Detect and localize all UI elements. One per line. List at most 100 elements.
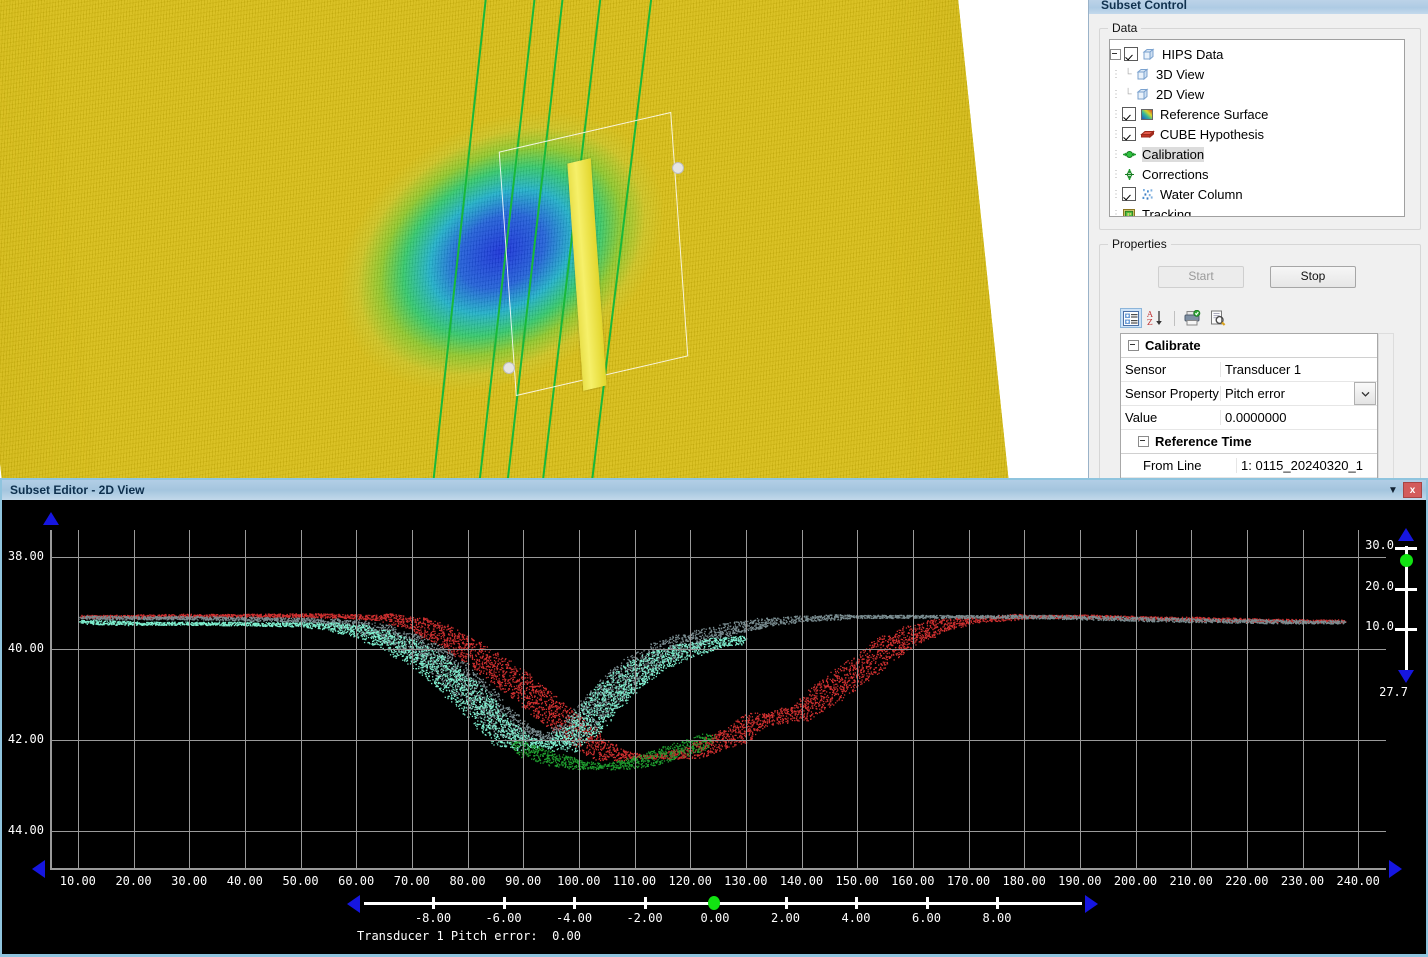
right-slider-tick <box>1395 547 1417 550</box>
property-pages-icon[interactable] <box>1182 308 1204 328</box>
alphabetical-sort-icon[interactable]: A Z <box>1145 308 1167 328</box>
subset-control-panel[interactable]: Subset Control Data HIPS Data ⋮ └ 3D View ⋮ └… <box>1088 0 1428 478</box>
right-slider-tick <box>1395 628 1417 632</box>
tree-item-label: CUBE Hypothesis <box>1160 126 1265 142</box>
x-gridline <box>579 530 580 868</box>
property-category-row[interactable]: Calibrate <box>1121 334 1377 358</box>
property-row[interactable]: Value 0.0000000 <box>1121 406 1377 430</box>
properties-toolbar[interactable]: A Z <box>1120 307 1410 329</box>
properties-table[interactable]: Calibrate Sensor Transducer 1 Sensor Proper… <box>1120 333 1378 478</box>
tree-connector: ⋮ <box>1111 208 1121 217</box>
pitch-slider-tick-label: 8.00 <box>982 911 1012 925</box>
tree-item-hips-data[interactable]: HIPS Data <box>1110 44 1404 64</box>
x-gridline <box>1247 530 1248 868</box>
y-gridline <box>50 831 1386 832</box>
start-button[interactable]: Start <box>1158 266 1244 288</box>
pitch-slider-knob[interactable] <box>708 896 720 910</box>
y-gridline <box>50 740 1386 741</box>
y-gridline <box>50 557 1386 558</box>
right-slider-up-arrow[interactable] <box>1398 528 1414 541</box>
data-groupbox: Data HIPS Data ⋮ └ 3D View ⋮ └ 2D View ⋮ Referen… <box>1099 21 1421 230</box>
subset-editor-2d-window[interactable]: Subset Editor - 2D View ▼ x 10.00 20.00 30… <box>0 478 1428 957</box>
y-axis-tick-label: 40.00 <box>7 640 44 655</box>
x-gridline <box>1303 530 1304 868</box>
pitch-slider-track[interactable] <box>364 902 1082 905</box>
x-gridline <box>1191 530 1192 868</box>
pitch-slider-left-arrow[interactable] <box>347 895 360 913</box>
properties-scrollbar[interactable] <box>1378 333 1394 478</box>
tree-checkbox[interactable] <box>1122 107 1136 121</box>
tree-item-cube-hypothesis[interactable]: ⋮ CUBE Hypothesis <box>1110 124 1404 144</box>
3d-view-panel[interactable] <box>0 0 1088 478</box>
tree-item-corrections[interactable]: ⋮ Corrections <box>1110 164 1404 184</box>
tree-item-calibration[interactable]: ⋮ Calibration <box>1110 144 1404 164</box>
tree-item-reference-surface[interactable]: ⋮ Reference Surface <box>1110 104 1404 124</box>
categorized-icon[interactable] <box>1120 308 1142 328</box>
property-key: From Line <box>1121 458 1237 473</box>
properties-groupbox-label: Properties <box>1108 237 1171 251</box>
property-expander-icon[interactable] <box>1138 436 1149 447</box>
property-key: Sensor <box>1121 362 1221 377</box>
x-axis-scroll-left-arrow[interactable] <box>32 860 45 878</box>
property-row[interactable]: Sensor Property Pitch error <box>1121 382 1377 406</box>
soundings-plot[interactable]: 10.00 20.00 30.00 40.00 50.00 60.00 70.00 80.00… <box>2 500 1426 955</box>
property-category-row[interactable]: Reference Time <box>1121 430 1377 454</box>
close-icon[interactable]: x <box>1403 482 1422 498</box>
x-gridline <box>1080 530 1081 868</box>
tree-checkbox[interactable] <box>1122 127 1136 141</box>
x-axis-scroll-right-arrow[interactable] <box>1389 860 1402 878</box>
x-gridline <box>189 530 190 868</box>
stop-button[interactable]: Stop <box>1270 266 1356 288</box>
right-slider-tick-label: 20.0 <box>1365 578 1394 593</box>
tree-checkbox[interactable] <box>1124 47 1138 61</box>
pitch-slider-tick <box>855 897 858 909</box>
corrections-icon <box>1125 168 1134 180</box>
y-axis-tick-label: 38.00 <box>7 549 44 564</box>
property-key: Sensor Property <box>1121 386 1221 401</box>
tree-item-2d-view[interactable]: ⋮ └ 2D View <box>1110 84 1404 104</box>
tree-expander-icon[interactable] <box>1110 48 1121 60</box>
selection-handle-bottom[interactable] <box>503 362 515 374</box>
pitch-slider-tick-label: -4.00 <box>555 911 593 925</box>
property-value[interactable]: 1: 0115_20240320_1 <box>1237 458 1377 473</box>
right-slider-tick-label: 30.0 <box>1365 538 1394 552</box>
tree-item-tracking[interactable]: ⋮ Tracking <box>1110 204 1404 217</box>
tree-item-3d-view[interactable]: ⋮ └ 3D View <box>1110 64 1404 84</box>
cube-icon <box>1136 87 1149 100</box>
data-tree[interactable]: HIPS Data ⋮ └ 3D View ⋮ └ 2D View ⋮ Reference Su… <box>1109 39 1405 217</box>
property-key: Value <box>1121 410 1221 425</box>
tree-item-label: Water Column <box>1160 186 1243 202</box>
right-slider-down-arrow[interactable] <box>1398 670 1414 683</box>
x-axis-spine <box>50 868 1386 870</box>
tree-item-label: HIPS Data <box>1162 46 1224 62</box>
property-row[interactable]: Sensor Transducer 1 <box>1121 358 1377 382</box>
gradient-icon <box>1141 108 1153 120</box>
property-expander-icon[interactable] <box>1128 340 1139 351</box>
right-slider-knob[interactable] <box>1400 554 1413 567</box>
pitch-slider-tick <box>643 897 647 909</box>
pitch-slider-tick-label: 0.00 <box>700 911 730 925</box>
property-preview-icon[interactable] <box>1207 308 1229 328</box>
tree-checkbox[interactable] <box>1122 187 1136 201</box>
pitch-slider-tick <box>573 897 576 909</box>
subset-editor-titlebar[interactable]: Subset Editor - 2D View ▼ x <box>2 480 1426 500</box>
right-slider-tick-label: 10.0 <box>1365 619 1394 634</box>
selection-handle-top[interactable] <box>672 162 684 174</box>
x-gridline <box>1024 530 1025 868</box>
y-axis-scroll-up-arrow[interactable] <box>43 512 59 525</box>
x-gridline <box>746 530 747 868</box>
y-axis-spine <box>50 530 52 868</box>
x-gridline <box>969 530 970 868</box>
chevron-down-icon[interactable] <box>1354 382 1376 405</box>
x-gridline <box>1136 530 1137 868</box>
data-groupbox-label: Data <box>1108 21 1142 35</box>
property-value[interactable]: Pitch error <box>1221 386 1354 401</box>
property-value[interactable]: Transducer 1 <box>1221 362 1377 377</box>
tree-item-water-column[interactable]: ⋮ Water Column <box>1110 184 1404 204</box>
pitch-slider-tick-label: -6.00 <box>485 911 522 925</box>
x-axis-tick-label: 240.00 <box>1336 874 1380 888</box>
property-row[interactable]: From Line 1: 0115_20240320_1 <box>1121 454 1377 478</box>
minimize-icon[interactable]: ▼ <box>1383 482 1403 498</box>
pitch-slider-right-arrow[interactable] <box>1085 895 1098 913</box>
property-value[interactable]: 0.0000000 <box>1221 410 1377 425</box>
